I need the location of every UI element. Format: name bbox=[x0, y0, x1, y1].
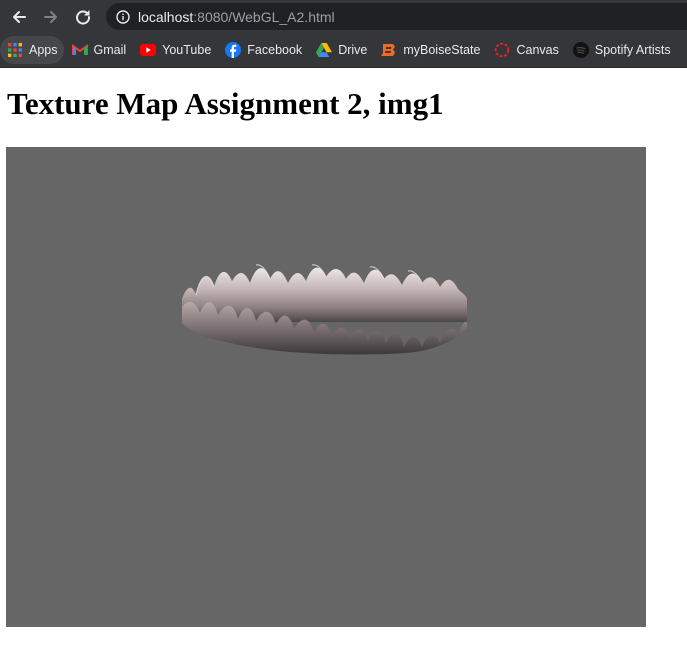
forward-button[interactable] bbox=[38, 4, 64, 30]
bookmark-label: Spotify Artists bbox=[594, 43, 671, 57]
bookmarks-bar: Apps Gmail YouTube Facebook Drive myBois… bbox=[0, 33, 687, 68]
canvas-icon bbox=[494, 42, 510, 58]
bookmark-label: myBoiseState bbox=[403, 43, 481, 57]
arrow-right-icon bbox=[42, 8, 60, 26]
bookmark-drive[interactable]: Drive bbox=[309, 36, 373, 64]
youtube-icon bbox=[140, 42, 157, 58]
spotify-icon bbox=[572, 42, 589, 58]
browser-toolbar: localhost:8080/WebGL_A2.html bbox=[0, 0, 687, 33]
bookmark-label: Canvas bbox=[516, 43, 559, 57]
bookmark-youtube[interactable]: YouTube bbox=[133, 36, 217, 64]
boise-state-icon bbox=[381, 42, 397, 58]
bookmark-label: Apps bbox=[29, 43, 58, 57]
bookmark-label: Gmail bbox=[93, 43, 127, 57]
url-host: localhost bbox=[138, 8, 194, 25]
bookmark-label: Facebook bbox=[247, 43, 303, 57]
webgl-canvas[interactable] bbox=[6, 147, 646, 627]
url-path: :8080/WebGL_A2.html bbox=[193, 8, 335, 25]
reload-icon bbox=[74, 8, 92, 26]
arrow-left-icon bbox=[10, 8, 28, 26]
bookmark-apps[interactable]: Apps bbox=[0, 36, 64, 64]
bookmark-canvas[interactable]: Canvas bbox=[487, 36, 564, 64]
bookmark-gmail[interactable]: Gmail bbox=[65, 36, 133, 64]
back-button[interactable] bbox=[6, 4, 32, 30]
reload-button[interactable] bbox=[70, 4, 96, 30]
bookmark-spotify-artists[interactable]: Spotify Artists bbox=[566, 36, 677, 64]
apps-grid-icon bbox=[7, 42, 23, 58]
bookmark-label: Drive bbox=[338, 43, 368, 57]
bookmark-facebook[interactable]: Facebook bbox=[218, 36, 308, 64]
address-bar[interactable]: localhost:8080/WebGL_A2.html bbox=[106, 3, 687, 30]
bookmark-label: YouTube bbox=[162, 43, 212, 57]
rendered-terrain-mesh bbox=[182, 264, 467, 355]
facebook-icon bbox=[225, 42, 242, 58]
info-circle-icon[interactable] bbox=[116, 9, 130, 24]
bookmark-myboisestate[interactable]: myBoiseState bbox=[374, 36, 486, 64]
gmail-icon bbox=[71, 42, 88, 58]
page-title: Texture Map Assignment 2, img1 bbox=[7, 86, 444, 121]
url-text: localhost:8080/WebGL_A2.html bbox=[138, 9, 335, 25]
drive-icon bbox=[316, 42, 333, 58]
